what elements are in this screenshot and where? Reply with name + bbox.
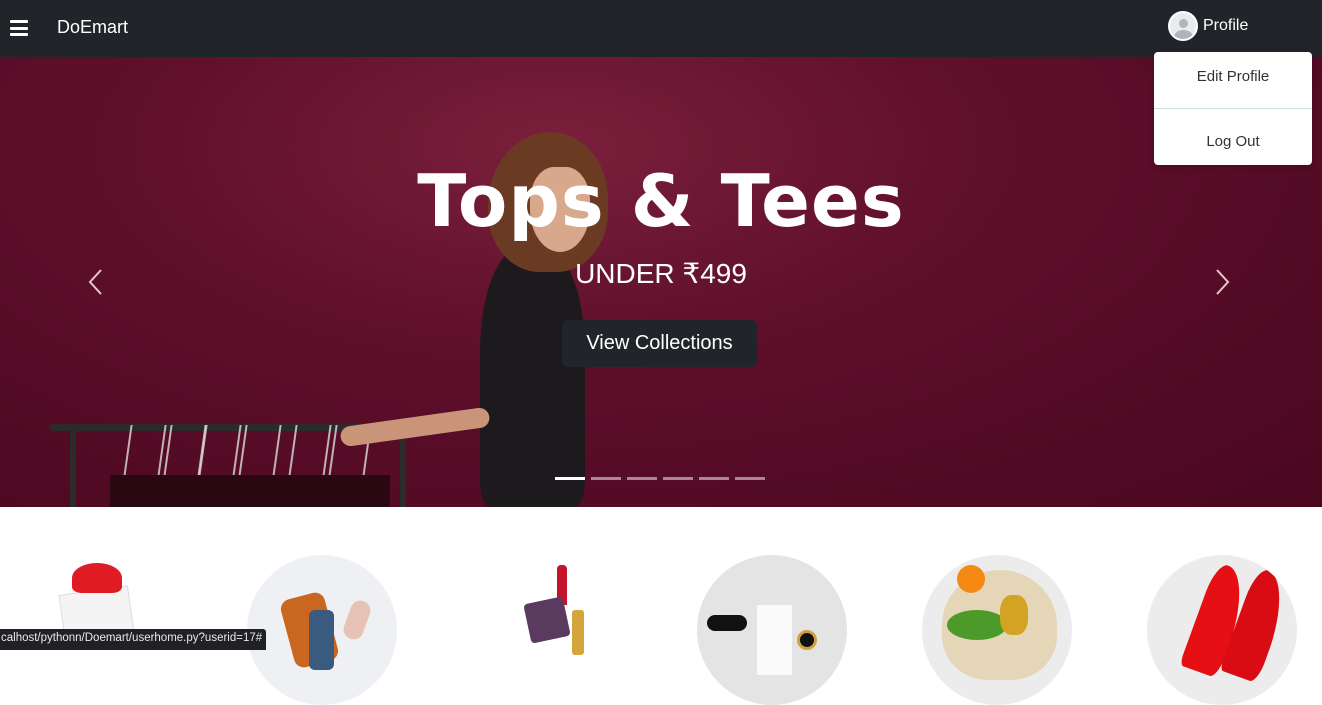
- hamburger-icon[interactable]: [10, 20, 28, 36]
- view-collections-button[interactable]: View Collections: [562, 320, 757, 367]
- chevron-left-icon[interactable]: [86, 267, 106, 297]
- hanging-clothes: [110, 475, 390, 507]
- carousel-indicators: [555, 477, 771, 480]
- hero-subtitle: UNDER ₹499: [575, 258, 747, 289]
- hero-title: Tops & Tees: [417, 159, 905, 243]
- brand-logo[interactable]: DoEmart: [57, 17, 128, 38]
- pineapple-image: [1000, 595, 1028, 635]
- carousel-indicator[interactable]: [663, 477, 693, 480]
- browser-status-url: calhost/pythonn/Doemart/userhome.py?user…: [0, 629, 267, 650]
- profile-label: Profile: [1203, 17, 1249, 34]
- footwear-category[interactable]: [1147, 555, 1297, 705]
- accessories-category[interactable]: [697, 555, 847, 705]
- fashion-category[interactable]: [247, 555, 397, 705]
- log-out-menu-item[interactable]: Log Out: [1154, 109, 1312, 165]
- orange-image: [957, 565, 985, 593]
- edit-profile-menu-item[interactable]: Edit Profile: [1154, 52, 1312, 108]
- jewelry-stand-image: [757, 605, 792, 675]
- user-avatar-icon: [1168, 11, 1198, 41]
- profile-toggle[interactable]: Profile: [1168, 11, 1248, 41]
- top-navbar: DoEmart Profile: [0, 0, 1322, 57]
- carousel-indicator[interactable]: [699, 477, 729, 480]
- model-arm: [339, 406, 491, 448]
- carousel-indicator[interactable]: [627, 477, 657, 480]
- carousel-indicator[interactable]: [555, 477, 585, 480]
- chevron-right-icon[interactable]: [1212, 267, 1232, 297]
- lipstick-tube-image: [572, 610, 584, 655]
- gift-bow: [72, 563, 122, 593]
- flats-image: [340, 597, 374, 643]
- greens-image: [947, 610, 1007, 640]
- earring-image: [797, 630, 817, 650]
- jeans-image: [309, 610, 334, 670]
- hero-carousel: Tops & Tees UNDER ₹499 View Collections: [0, 57, 1322, 507]
- cosmetics-category[interactable]: [472, 555, 622, 705]
- palette-image: [523, 596, 571, 644]
- profile-dropdown-menu: Edit Profile Log Out: [1154, 52, 1312, 165]
- accessories-image: [707, 615, 747, 631]
- carousel-indicator[interactable]: [591, 477, 621, 480]
- grocery-category[interactable]: [922, 555, 1072, 705]
- carousel-indicator[interactable]: [735, 477, 765, 480]
- clothes-rack-leg: [70, 427, 76, 507]
